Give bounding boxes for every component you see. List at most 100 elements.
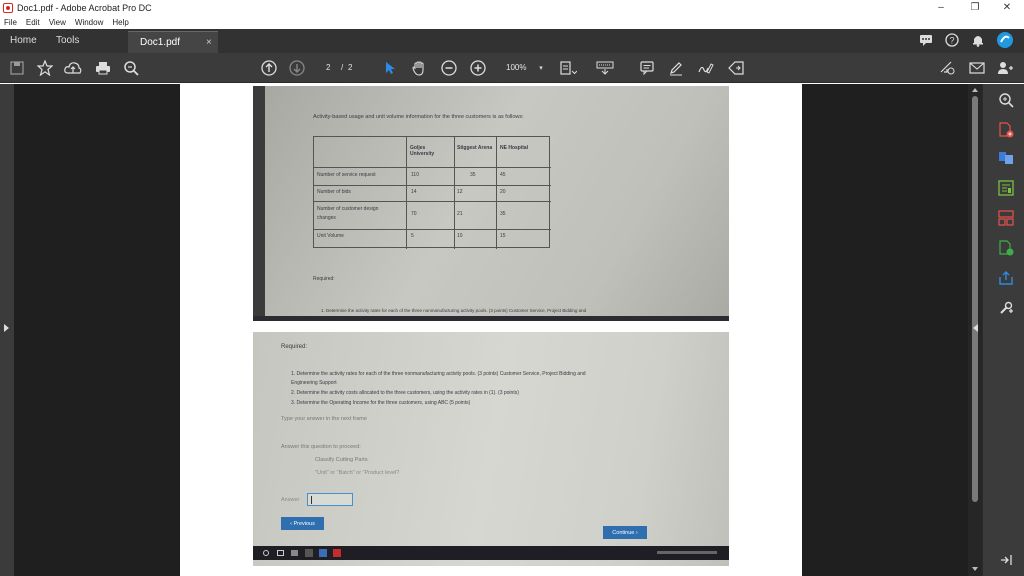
zoom-dropdown-icon[interactable]: ▾ xyxy=(532,59,550,77)
save-icon[interactable] xyxy=(8,59,26,77)
prev-page-icon[interactable] xyxy=(260,59,278,77)
table-cell: 45 xyxy=(500,172,506,178)
help-icon[interactable]: ? xyxy=(944,32,960,48)
title-bar: Doc1.pdf - Adobe Acrobat Pro DC – ❐ ✕ xyxy=(0,0,1024,15)
page2-required: Required: xyxy=(281,344,308,350)
continue-button[interactable]: Continue › xyxy=(603,526,647,539)
collapse-tools-panel-icon[interactable] xyxy=(998,552,1014,568)
pdf-page: Activity-based usage and unit volume inf… xyxy=(180,84,802,576)
close-icon: ✕ xyxy=(1002,2,1012,13)
fill-sign-icon[interactable] xyxy=(697,59,715,77)
combine-files-icon[interactable] xyxy=(998,150,1014,166)
classify-prompt: Classify Cutting Parts xyxy=(315,457,368,463)
comment-icon[interactable] xyxy=(638,59,656,77)
star-icon[interactable] xyxy=(36,59,54,77)
share-link-icon[interactable] xyxy=(938,59,956,77)
previous-button[interactable]: ‹ Previous xyxy=(281,517,324,530)
create-pdf-icon[interactable] xyxy=(998,122,1014,138)
row-label: Number of customer design changes xyxy=(317,206,379,221)
col-header-stiggest: Stiggest Arena xyxy=(457,145,493,151)
table-cell: 35 xyxy=(470,172,476,178)
table-cell: 70 xyxy=(411,211,417,217)
expand-left-pane-icon[interactable] xyxy=(4,324,9,332)
table-cell: 21 xyxy=(457,211,463,217)
menu-view[interactable]: View xyxy=(49,18,66,27)
more-tools-icon[interactable] xyxy=(998,300,1014,316)
maximize-button[interactable]: ❐ xyxy=(958,0,992,15)
bell-icon[interactable] xyxy=(970,32,986,48)
page-separator: / xyxy=(341,63,344,72)
menu-help[interactable]: Help xyxy=(112,18,128,27)
scroll-thumb[interactable] xyxy=(972,96,978,502)
answer-input[interactable] xyxy=(307,493,353,506)
tab-tools[interactable]: Tools xyxy=(56,35,79,46)
tab-bar: Home Tools Doc1.pdf × ? xyxy=(0,29,1024,53)
close-window-button[interactable]: ✕ xyxy=(990,0,1024,15)
hand-tool-icon[interactable] xyxy=(410,59,428,77)
page1-required: Required: xyxy=(313,276,335,282)
window-title: Doc1.pdf - Adobe Acrobat Pro DC xyxy=(17,2,152,13)
left-nav-pane xyxy=(0,84,14,576)
page2-item3: 3. Determine the Operating Income for th… xyxy=(291,400,471,406)
col-header-hospital: NE Hospital xyxy=(500,145,529,151)
row-label: Unit Volume xyxy=(317,233,344,239)
menu-file[interactable]: File xyxy=(4,18,17,27)
page-total: 2 xyxy=(348,63,353,72)
table-cell: 5 xyxy=(411,233,414,239)
scroll-up-icon[interactable] xyxy=(972,88,978,92)
answer-question-prompt: Answer this question to proceed: xyxy=(281,444,361,450)
cloud-upload-icon[interactable] xyxy=(64,59,82,77)
edit-pdf-icon[interactable] xyxy=(998,240,1014,256)
account-avatar[interactable] xyxy=(996,31,1014,49)
vertical-scrollbar[interactable] xyxy=(968,84,982,576)
highlight-pen-icon[interactable] xyxy=(667,59,685,77)
page2-item2: 2. Determine the activity costs allocate… xyxy=(291,390,519,396)
restore-icon: ❐ xyxy=(970,2,980,13)
zoom-out-icon[interactable] xyxy=(440,59,458,77)
next-page-icon[interactable] xyxy=(288,59,306,77)
stamp-icon[interactable] xyxy=(727,59,745,77)
zoom-level-select[interactable]: 100% xyxy=(506,63,526,72)
zoom-in-icon[interactable] xyxy=(469,59,487,77)
keyboard-scroll-icon[interactable] xyxy=(596,59,614,77)
search-icon[interactable] xyxy=(122,59,140,77)
page-display-icon[interactable] xyxy=(559,59,577,77)
share-upload-icon[interactable] xyxy=(998,270,1014,286)
minimize-button[interactable]: – xyxy=(924,0,958,15)
table-cell: 20 xyxy=(500,189,506,195)
tab-home[interactable]: Home xyxy=(10,35,37,46)
table-cell: 14 xyxy=(411,189,417,195)
document-viewer[interactable]: Activity-based usage and unit volume inf… xyxy=(14,84,968,576)
usage-table: Goljes University Stiggest Arena NE Hosp… xyxy=(313,136,551,249)
right-tools-panel xyxy=(982,84,1024,576)
organize-pages-icon[interactable] xyxy=(998,210,1014,226)
email-icon[interactable] xyxy=(968,59,986,77)
menu-bar: File Edit View Window Help xyxy=(0,15,1024,29)
table-cell: 12 xyxy=(457,189,463,195)
comment-bubble-icon[interactable] xyxy=(918,32,934,48)
collapse-right-pane-icon[interactable] xyxy=(973,324,978,332)
page-number-input[interactable]: 2 xyxy=(326,63,330,72)
export-pdf-icon[interactable] xyxy=(998,180,1014,196)
answer-label: Answer xyxy=(281,497,300,503)
taskbar-strip xyxy=(253,316,729,321)
print-icon[interactable] xyxy=(94,59,112,77)
scroll-down-icon[interactable] xyxy=(972,567,978,571)
row-label: Number of service request xyxy=(317,172,376,178)
menu-window[interactable]: Window xyxy=(75,18,103,27)
svg-text:?: ? xyxy=(950,36,955,46)
select-arrow-icon[interactable] xyxy=(381,59,399,77)
table-cell: 15 xyxy=(500,233,506,239)
table-cell: 110 xyxy=(411,172,419,178)
tab-document[interactable]: Doc1.pdf × xyxy=(128,31,218,53)
menu-edit[interactable]: Edit xyxy=(26,18,40,27)
level-options: "Unit" or "Batch" or "Product level? xyxy=(315,470,400,476)
acrobat-logo-icon xyxy=(3,2,13,13)
minimize-icon: – xyxy=(938,2,944,13)
photo-taskbar xyxy=(253,546,729,560)
add-user-icon[interactable] xyxy=(996,59,1014,77)
page1-heading: Activity-based usage and unit volume inf… xyxy=(313,114,524,120)
zoom-tool-icon[interactable] xyxy=(998,92,1014,108)
screenshot-image-1: Activity-based usage and unit volume inf… xyxy=(253,86,729,321)
close-tab-icon[interactable]: × xyxy=(206,37,212,48)
